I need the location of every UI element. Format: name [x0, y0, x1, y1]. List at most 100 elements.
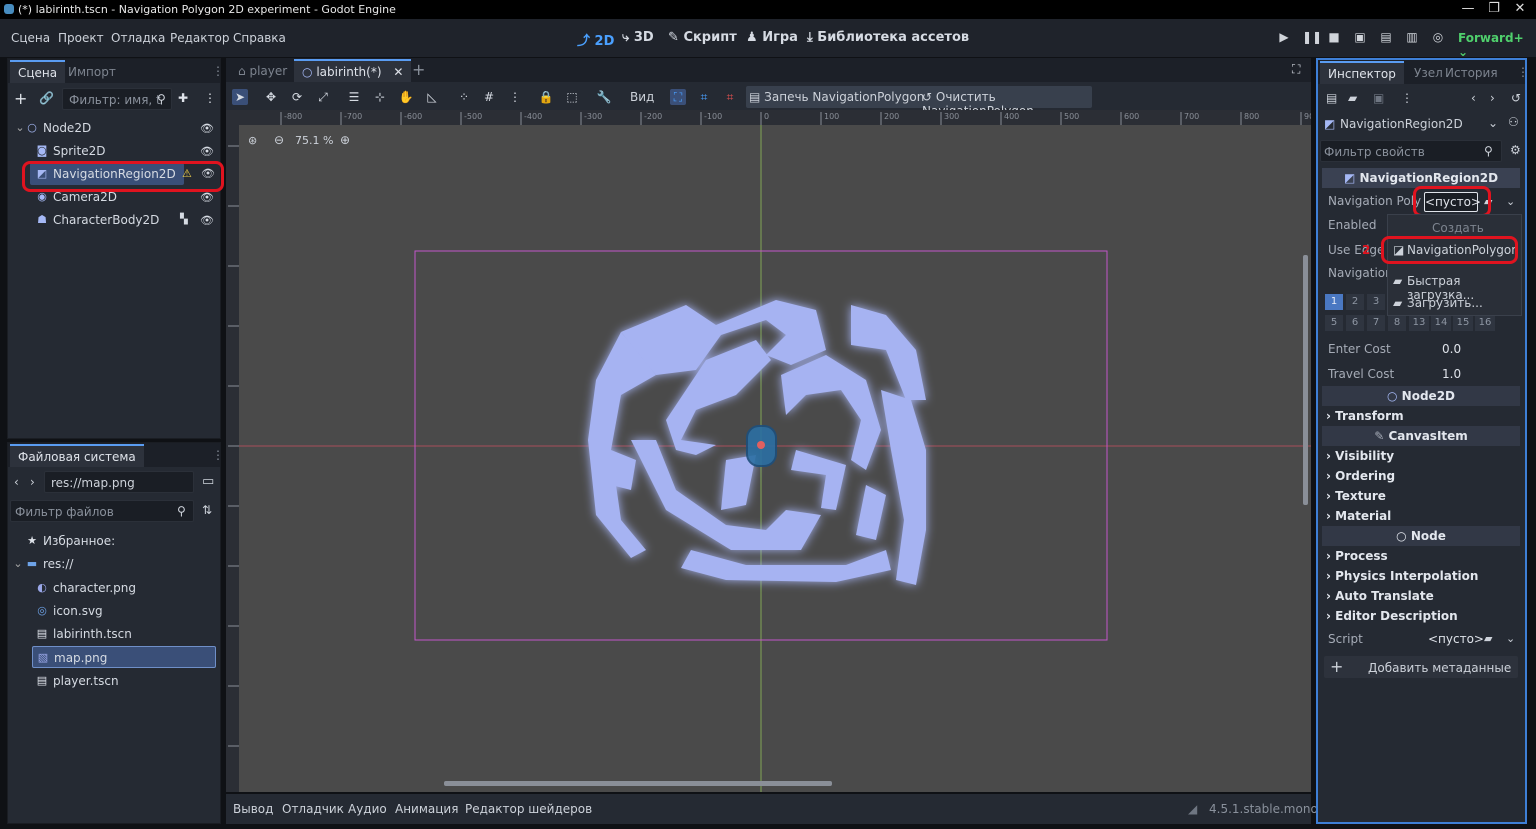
layer-cell[interactable]: 13	[1409, 315, 1429, 331]
lock-icon[interactable]: 🔒	[538, 89, 554, 105]
layer-cell[interactable]: 1	[1325, 294, 1343, 310]
layer-cell[interactable]: 3	[1367, 294, 1385, 310]
workspace-3d-button[interactable]: ⤷ 3D	[622, 30, 654, 45]
workspace-assetlib-button[interactable]: ⤓ Библиотека ассетов	[807, 30, 969, 45]
tree-item-sprite2d[interactable]: ◙ Sprite2D 👁	[8, 140, 218, 162]
file-item-icon-svg[interactable]: ◎ icon.svg	[8, 600, 218, 622]
chevron-down-icon[interactable]: ⌄	[12, 558, 24, 570]
file-item-labirinth-tscn[interactable]: ▤ labirinth.tscn	[8, 623, 218, 645]
movie-maker-icon[interactable]: ◎	[1431, 30, 1445, 44]
bake-navpoly-button[interactable]: ▤ Запечь NavigationPolygon	[749, 90, 924, 104]
tab-animation[interactable]: Анимация	[395, 802, 458, 816]
sort-icon[interactable]: ⇅	[202, 503, 212, 517]
group-transform[interactable]: › Transform	[1326, 409, 1404, 423]
group-texture[interactable]: › Texture	[1326, 489, 1386, 503]
view-menu-button[interactable]: Вид	[630, 90, 654, 104]
ruler-tool-icon[interactable]: ◺	[424, 89, 440, 105]
popup-item-quick-load[interactable]: ▰ Быстрая загрузка...	[1390, 271, 1520, 302]
file-item-map-png[interactable]: ▧ map.png	[32, 646, 216, 668]
zoom-reset-icon[interactable]: ⊛	[248, 134, 257, 147]
file-item-res[interactable]: ⌄ ▬ res://	[8, 553, 218, 575]
dock-menu-icon[interactable]: ⋮	[1517, 65, 1529, 79]
visibility-eye-icon[interactable]: 👁	[200, 122, 214, 135]
split-view-icon[interactable]: ▭	[202, 474, 214, 489]
object-selector[interactable]: ◩ NavigationRegion2D ⌄	[1320, 113, 1500, 135]
tab-debugger[interactable]: Отладчик	[282, 802, 344, 816]
history-back-icon[interactable]: ‹	[1471, 91, 1476, 105]
tab-output[interactable]: Вывод	[233, 802, 273, 816]
layer-cell[interactable]: 5	[1325, 315, 1343, 331]
load-resource-icon[interactable]: ▰	[1484, 632, 1492, 645]
group-auto-translate[interactable]: › Auto Translate	[1326, 589, 1434, 603]
renderer-selector[interactable]: Forward+ ⌄	[1458, 31, 1536, 59]
layer-cell[interactable]: 8	[1388, 315, 1406, 331]
stop-icon[interactable]: ■	[1327, 30, 1341, 44]
selectable-list-icon[interactable]: ☰	[346, 89, 362, 105]
chevron-right-icon[interactable]: ›	[30, 475, 35, 489]
tab-labirinth[interactable]: ○ labirinth(*) ✕	[294, 59, 412, 82]
attach-script-icon[interactable]: ✚	[178, 91, 188, 105]
group-physics-interpolation[interactable]: › Physics Interpolation	[1326, 569, 1478, 583]
new-resource-icon[interactable]: ▤	[1326, 91, 1337, 105]
maximize-button[interactable]: ❐	[1482, 1, 1506, 16]
menu-debug[interactable]: Отладка	[111, 31, 165, 45]
bone-icon[interactable]: 🔧	[596, 89, 612, 105]
tab-scene[interactable]: Сцена	[10, 60, 66, 83]
path-field[interactable]: res://map.png	[44, 471, 194, 493]
save-resource-icon[interactable]: ▣	[1373, 91, 1384, 105]
instance-scene-icon[interactable]: 🔗	[39, 91, 54, 105]
move-tool-icon[interactable]: ✥	[263, 89, 279, 105]
snap-options-icon[interactable]: ⋮	[507, 89, 523, 105]
menu-project[interactable]: Проект	[58, 31, 104, 45]
navpoly-delete-icon[interactable]: ⌗	[722, 89, 738, 105]
group-icon[interactable]: ⬚	[564, 89, 580, 105]
tree-item-characterbody2d[interactable]: ☗ CharacterBody2D ▚ 👁	[8, 209, 218, 231]
tab-inspector[interactable]: Инспектор	[1320, 61, 1404, 84]
vertical-scrollbar[interactable]	[1303, 255, 1308, 505]
chevron-left-icon[interactable]: ‹	[14, 475, 19, 489]
workspace-2d-button[interactable]: ⤴ 2D	[577, 30, 614, 49]
navpoly-edit-icon[interactable]: ⛶	[670, 89, 686, 105]
history-forward-icon[interactable]: ›	[1490, 91, 1495, 105]
grid-snap-icon[interactable]: #	[481, 89, 497, 105]
property-tools-icon[interactable]: ⚙	[1510, 143, 1521, 157]
workspace-script-button[interactable]: ✎ Скрипт	[668, 30, 737, 45]
script-resource-picker[interactable]: <пусто>	[1428, 632, 1484, 646]
scale-tool-icon[interactable]: ⤢	[315, 89, 331, 105]
chevron-down-icon[interactable]: ⌄	[1506, 195, 1515, 208]
object-history-icon[interactable]: ↺	[1511, 91, 1521, 105]
menu-scene[interactable]: Сцена	[11, 31, 50, 45]
scene-options-icon[interactable]: ⋮	[204, 91, 216, 105]
group-material[interactable]: › Material	[1326, 509, 1391, 523]
property-filter-input[interactable]: Фильтр свойств ⚲	[1320, 140, 1502, 162]
scene-instance-icon[interactable]: ▚	[180, 214, 188, 225]
remote-debug-icon[interactable]: ▣	[1353, 30, 1367, 44]
smart-snap-icon[interactable]: ⁘	[456, 89, 472, 105]
layer-cell[interactable]: 15	[1453, 315, 1473, 331]
menu-editor[interactable]: Редактор	[170, 31, 229, 45]
add-metadata-button[interactable]: + Добавить метаданные	[1324, 656, 1518, 678]
layer-cell[interactable]: 14	[1431, 315, 1451, 331]
play-scene-icon[interactable]: ▤	[1379, 30, 1393, 44]
horizontal-scrollbar[interactable]	[444, 781, 832, 786]
extra-options-icon[interactable]: ⋮	[1401, 91, 1413, 105]
play-custom-scene-icon[interactable]: ▥	[1405, 30, 1419, 44]
zoom-level[interactable]: 75.1 %	[295, 134, 333, 147]
dock-menu-icon[interactable]: ⋮	[212, 448, 224, 462]
layer-cell[interactable]: 16	[1475, 315, 1495, 331]
play-icon[interactable]: ▶	[1277, 30, 1291, 44]
workspace-game-button[interactable]: ♟ Игра	[746, 30, 798, 45]
tab-player[interactable]: ⌂ player	[230, 61, 295, 81]
close-window-button[interactable]: ✕	[1508, 1, 1532, 16]
select-tool-icon[interactable]: ➤	[232, 89, 248, 105]
scene-filter-input[interactable]: Фильтр: имя, t ⚲	[62, 88, 172, 110]
layer-cell[interactable]: 7	[1367, 315, 1385, 331]
file-item-character-png[interactable]: ◐ character.png	[8, 577, 218, 599]
file-item-favorites[interactable]: ★ Избранное:	[8, 530, 218, 552]
group-process[interactable]: › Process	[1326, 549, 1388, 563]
open-resource-icon[interactable]: ▰	[1348, 91, 1357, 105]
layer-cell[interactable]: 6	[1346, 315, 1364, 331]
zoom-out-icon[interactable]: ⊖	[274, 133, 284, 147]
dock-menu-icon[interactable]: ⋮	[212, 64, 224, 78]
minimize-button[interactable]: —	[1456, 1, 1480, 16]
